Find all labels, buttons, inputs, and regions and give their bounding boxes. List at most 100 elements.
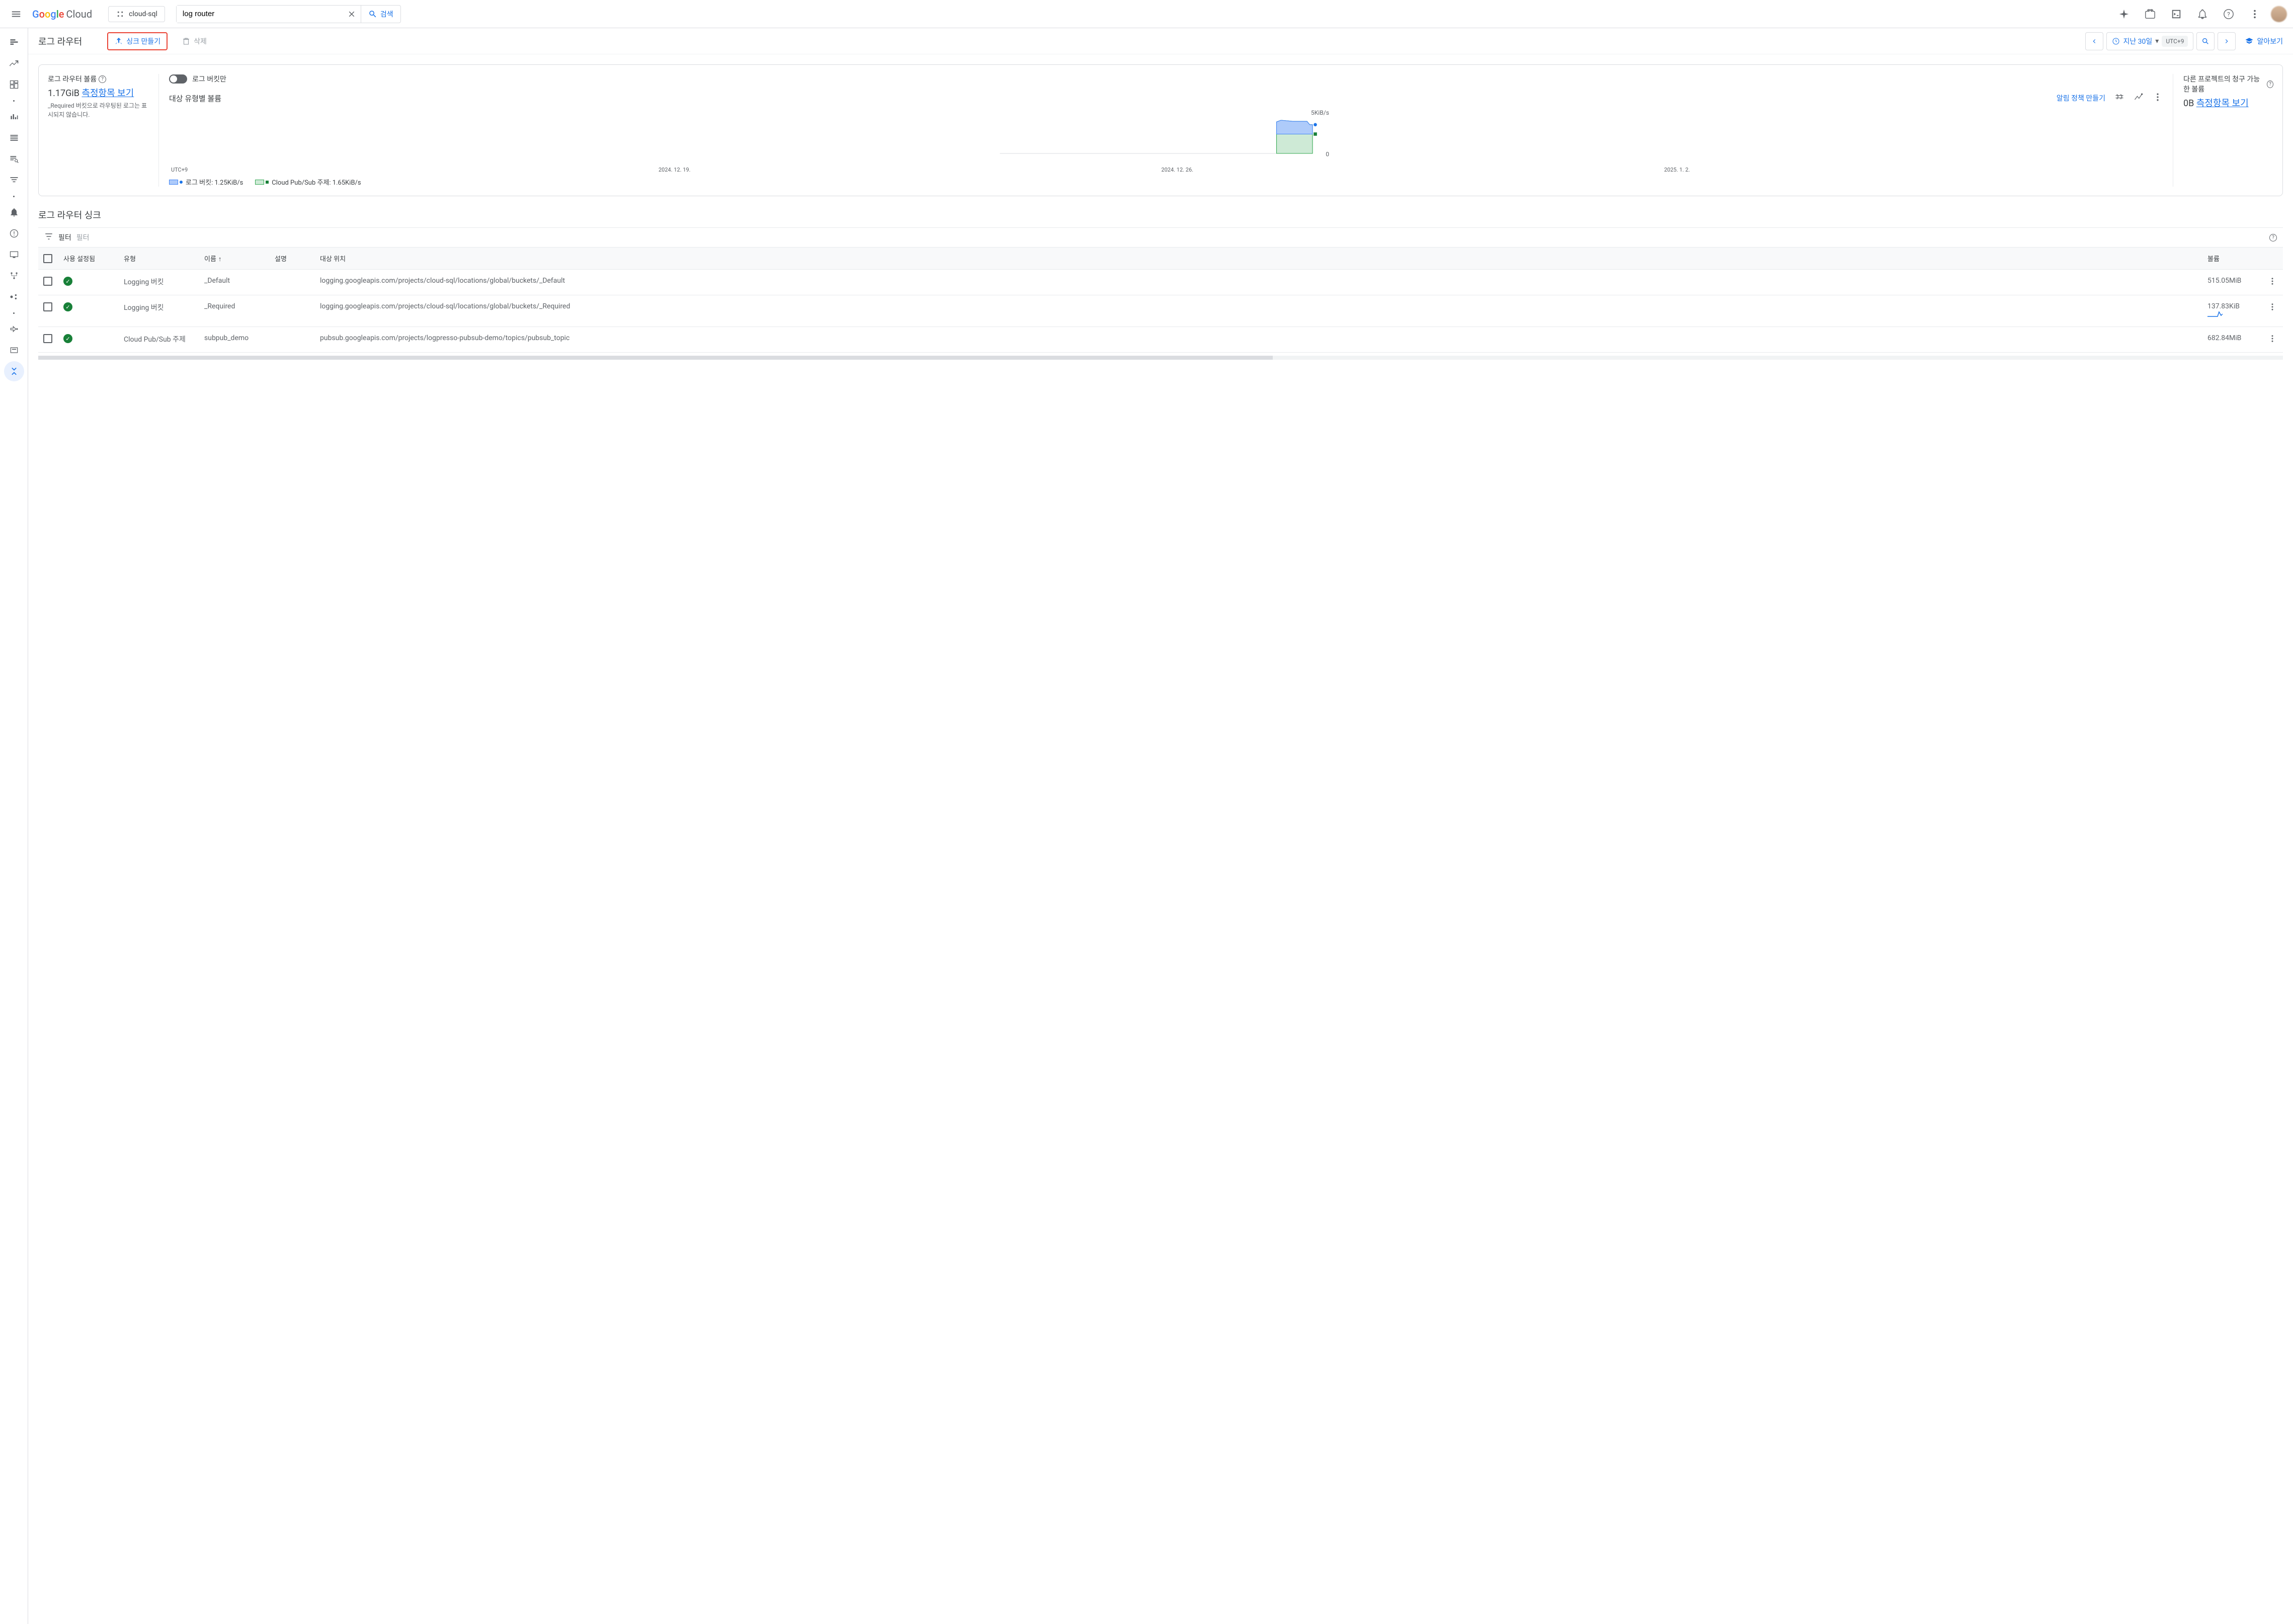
row-menu-icon[interactable] bbox=[2268, 302, 2278, 313]
search-button[interactable]: 검색 bbox=[361, 6, 400, 23]
enabled-icon: ✓ bbox=[63, 302, 72, 311]
rail-uptime-icon[interactable] bbox=[4, 245, 24, 265]
project-selector[interactable]: cloud-sql bbox=[108, 6, 165, 22]
search-icon-button[interactable] bbox=[2196, 32, 2215, 50]
rail-search-list-icon[interactable] bbox=[4, 149, 24, 169]
filter-input[interactable]: 필터 bbox=[76, 232, 90, 242]
cell-description bbox=[270, 327, 315, 353]
volume-card: 로그 라우터 볼륨 ? 1.17GiB 측정항목 보기 _Required 버킷… bbox=[38, 64, 2283, 196]
volume-value: 1.17GiB 측정항목 보기 bbox=[48, 86, 148, 99]
svg-text:?: ? bbox=[2227, 11, 2230, 18]
rail-error-icon[interactable] bbox=[4, 223, 24, 243]
col-description[interactable]: 설명 bbox=[270, 248, 315, 270]
metrics-link[interactable]: 측정항목 보기 bbox=[2196, 98, 2249, 109]
col-type[interactable]: 유형 bbox=[119, 248, 199, 270]
row-menu-icon[interactable] bbox=[2268, 334, 2278, 345]
cell-name: _Required bbox=[199, 295, 270, 327]
row-menu-icon[interactable] bbox=[2268, 277, 2278, 288]
col-volume[interactable]: 볼륨 bbox=[2202, 248, 2263, 270]
sinks-section-title: 로그 라우터 싱크 bbox=[38, 208, 2283, 221]
rail-list-icon[interactable] bbox=[4, 128, 24, 148]
create-alert-link[interactable]: 알림 정책 만들기 bbox=[2057, 93, 2105, 103]
cell-name: subpub_demo bbox=[199, 327, 270, 353]
rail-bell-icon[interactable] bbox=[4, 202, 24, 222]
cell-type: Logging 버킷 bbox=[119, 270, 199, 295]
rail-logs-explorer-icon[interactable] bbox=[4, 32, 24, 52]
horizontal-scrollbar[interactable] bbox=[38, 356, 2283, 360]
rail-slo-icon[interactable] bbox=[4, 266, 24, 286]
help-icon[interactable]: ? bbox=[2219, 4, 2239, 24]
row-checkbox[interactable] bbox=[43, 277, 52, 286]
time-next-button[interactable] bbox=[2218, 32, 2236, 50]
rail-separator bbox=[4, 191, 24, 201]
gemini-icon[interactable] bbox=[2114, 4, 2134, 24]
cell-destination: logging.googleapis.com/projects/cloud-sq… bbox=[315, 295, 2202, 327]
chart-explore-icon[interactable] bbox=[2134, 92, 2144, 104]
volume-title: 로그 라우터 볼륨 ? bbox=[48, 74, 148, 84]
cloud-shell-icon[interactable] bbox=[2166, 4, 2186, 24]
billable-title: 다른 프로젝트의 청구 가능한 볼륨 ? bbox=[2183, 74, 2273, 94]
more-icon[interactable] bbox=[2245, 4, 2265, 24]
rail-trace-icon[interactable] bbox=[4, 287, 24, 307]
table-row: ✓ Cloud Pub/Sub 주제 subpub_demo pubsub.go… bbox=[38, 327, 2283, 353]
log-bucket-only-toggle[interactable] bbox=[169, 74, 187, 84]
rail-profiler-icon[interactable] bbox=[4, 319, 24, 339]
avatar[interactable] bbox=[2271, 6, 2287, 22]
cell-volume: 682.84MiB bbox=[2202, 327, 2263, 353]
notifications-icon[interactable] bbox=[2192, 4, 2213, 24]
col-name[interactable]: 이름↑ bbox=[199, 248, 270, 270]
create-sink-button[interactable]: 싱크 만들기 bbox=[107, 32, 168, 50]
cell-type: Cloud Pub/Sub 주제 bbox=[119, 327, 199, 353]
google-cloud-logo[interactable]: Google Cloud bbox=[32, 8, 92, 20]
metrics-link[interactable]: 측정항목 보기 bbox=[81, 88, 134, 99]
chart-legend: 로그 버킷: 1.25KiB/s Cloud Pub/Sub 주제: 1.65K… bbox=[169, 177, 2163, 187]
cell-type: Logging 버킷 bbox=[119, 295, 199, 327]
rail-storage-icon[interactable] bbox=[4, 340, 24, 360]
help-icon[interactable]: ? bbox=[99, 75, 106, 83]
cell-description bbox=[270, 270, 315, 295]
gift-icon[interactable] bbox=[2140, 4, 2160, 24]
chart-more-icon[interactable] bbox=[2153, 92, 2163, 104]
enabled-icon: ✓ bbox=[63, 277, 72, 286]
svg-text:0: 0 bbox=[1326, 151, 1329, 158]
billable-value: 0B 측정항목 보기 bbox=[2183, 96, 2273, 109]
rail-dashboard-icon[interactable] bbox=[4, 74, 24, 95]
search-input[interactable] bbox=[177, 6, 343, 23]
col-destination[interactable]: 대상 위치 bbox=[315, 248, 2202, 270]
filter-bar: 필터 필터 ? bbox=[38, 227, 2283, 247]
row-checkbox[interactable] bbox=[43, 302, 52, 311]
rail-separator bbox=[4, 308, 24, 318]
rail-analytics-icon[interactable] bbox=[4, 53, 24, 73]
cell-destination: logging.googleapis.com/projects/cloud-sq… bbox=[315, 270, 2202, 295]
svg-text:5KiB/s: 5KiB/s bbox=[1311, 109, 1329, 116]
volume-chart: 5KiB/s 0 bbox=[169, 109, 2163, 165]
select-all-checkbox[interactable] bbox=[43, 254, 52, 263]
help-icon[interactable]: ? bbox=[2269, 234, 2277, 241]
row-checkbox[interactable] bbox=[43, 334, 52, 343]
cell-volume: 137.83KiB bbox=[2202, 295, 2263, 327]
col-enabled[interactable]: 사용 설정됨 bbox=[58, 248, 119, 270]
menu-icon[interactable] bbox=[6, 4, 26, 24]
cell-destination: pubsub.googleapis.com/projects/logpresso… bbox=[315, 327, 2202, 353]
cell-description bbox=[270, 295, 315, 327]
rail-log-router-icon[interactable] bbox=[4, 361, 24, 381]
chart-legend-icon[interactable] bbox=[2114, 92, 2124, 104]
cell-volume: 515.05MiB bbox=[2202, 270, 2263, 295]
chart-xaxis: UTC+9 2024. 12. 19. 2024. 12. 26. 2025. … bbox=[169, 167, 2163, 173]
time-prev-button[interactable] bbox=[2085, 32, 2103, 50]
table-row: ✓ Logging 버킷 _Required logging.googleapi… bbox=[38, 295, 2283, 327]
clear-icon[interactable] bbox=[343, 6, 361, 23]
filter-icon[interactable] bbox=[44, 232, 53, 243]
delete-button[interactable]: 삭제 bbox=[176, 33, 213, 49]
top-header: Google Cloud cloud-sql 검색 ? bbox=[0, 0, 2293, 28]
action-bar: 로그 라우터 싱크 만들기 삭제 지난 30일 ▾ UTC+9 bbox=[28, 28, 2293, 54]
time-range-selector[interactable]: 지난 30일 ▾ UTC+9 bbox=[2106, 32, 2193, 50]
rail-filter-icon[interactable] bbox=[4, 170, 24, 190]
table-row: ✓ Logging 버킷 _Default logging.googleapis… bbox=[38, 270, 2283, 295]
learn-button[interactable]: 알아보기 bbox=[2245, 36, 2283, 46]
volume-note: _Required 버킷으로 라우팅된 로그는 표시되지 않습니다. bbox=[48, 101, 148, 119]
help-icon[interactable]: ? bbox=[2267, 80, 2273, 88]
left-rail bbox=[0, 28, 28, 1624]
rail-metrics-icon[interactable] bbox=[4, 107, 24, 127]
project-name: cloud-sql bbox=[129, 10, 157, 18]
